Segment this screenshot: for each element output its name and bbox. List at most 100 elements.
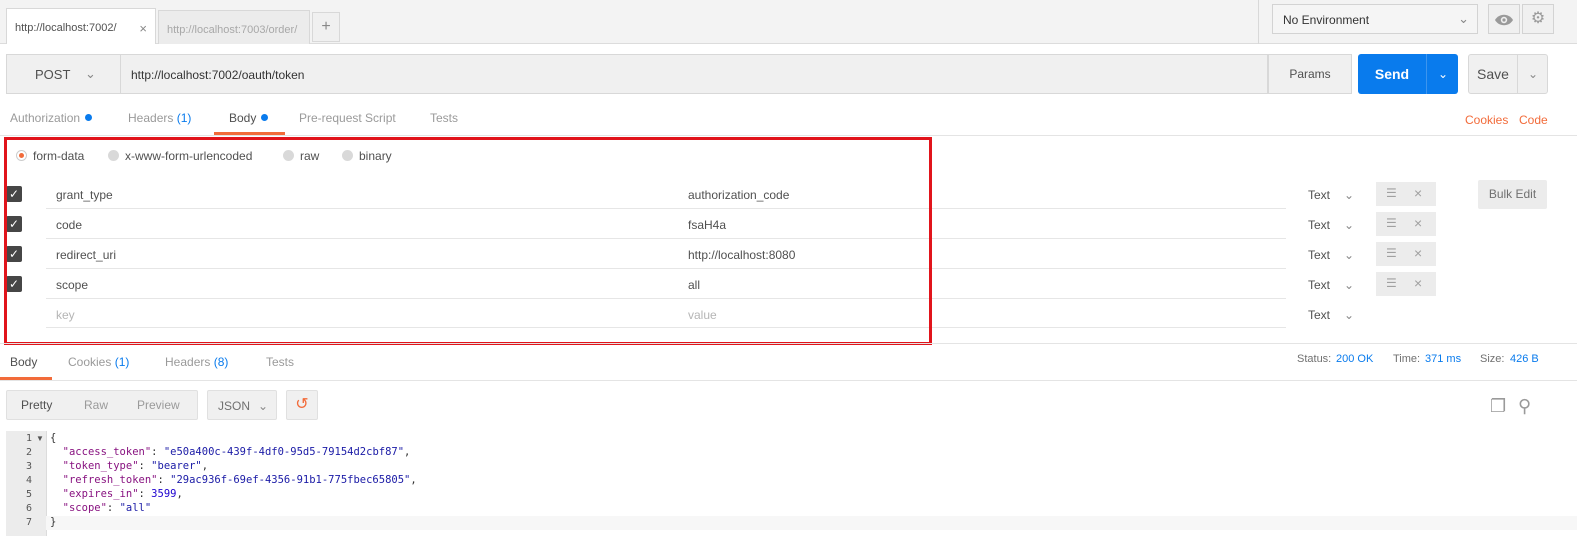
row-actions: ☰ × <box>1376 242 1436 266</box>
close-icon[interactable]: × <box>139 21 147 36</box>
code-line: "token_type": "bearer", <box>62 460 209 472</box>
tab-response-headers[interactable]: Headers (8) <box>165 355 228 369</box>
new-tab-button[interactable]: + <box>312 12 340 42</box>
chevron-down-icon: ⌄ <box>1344 218 1355 232</box>
code-line: "refresh_token": "29ac936f-69ef-4356-91b… <box>62 474 417 486</box>
type-select[interactable]: Text ⌄ <box>1308 248 1354 262</box>
json-brace: } <box>50 516 57 528</box>
code-line: "scope": "all" <box>62 502 152 514</box>
divider <box>0 343 1577 344</box>
close-icon[interactable]: × <box>1414 185 1422 201</box>
tab-response-body[interactable]: Body <box>10 355 37 369</box>
dot-indicator <box>85 114 93 121</box>
tab-count: (8) <box>213 355 229 369</box>
tab-headers[interactable]: Headers (1) <box>128 111 191 125</box>
search-icon[interactable]: ⚲ <box>1518 396 1531 417</box>
wrap-lines-button[interactable]: ↺ <box>286 390 318 420</box>
tab-label: http://localhost:7002/ <box>15 22 117 34</box>
close-icon[interactable]: × <box>1414 275 1422 291</box>
line-number: 3 <box>25 461 32 472</box>
line-number: 5 <box>25 489 32 500</box>
tab-count: (1) <box>176 111 192 125</box>
type-label: Text <box>1308 218 1331 232</box>
environment-label: No Environment <box>1283 13 1370 27</box>
current-line-highlight <box>46 516 1577 530</box>
chevron-down-icon[interactable]: ⌄ <box>1428 54 1458 94</box>
tab-request-1[interactable]: http://localhost:7002/ × <box>6 8 156 44</box>
code-line: "access_token": "e50a400c-439f-4df0-95d5… <box>62 446 411 458</box>
close-icon[interactable]: × <box>1414 215 1422 231</box>
status-label: Status: <box>1297 353 1332 365</box>
type-select[interactable]: Text ⌄ <box>1308 188 1354 202</box>
chevron-down-icon: ⌄ <box>1344 278 1355 292</box>
dot-indicator <box>261 114 269 121</box>
json-punct: , <box>176 488 183 500</box>
json-value: "all" <box>119 502 152 514</box>
json-punct: , <box>410 474 417 486</box>
json-punct: , <box>201 460 209 472</box>
method-label: POST <box>35 67 71 82</box>
menu-icon[interactable]: ☰ <box>1386 276 1397 290</box>
chevron-down-icon: ⌄ <box>85 66 96 81</box>
tab-response-cookies[interactable]: Cookies (1) <box>68 355 129 369</box>
params-button[interactable]: Params <box>1268 54 1352 94</box>
url-input[interactable]: http://localhost:7002/oauth/token <box>120 54 1268 94</box>
line-number: 4 <box>25 475 32 486</box>
save-button[interactable]: Save ⌄ <box>1468 54 1548 94</box>
type-select[interactable]: Text ⌄ <box>1308 308 1354 322</box>
tab-label: Cookies <box>68 355 112 369</box>
close-icon[interactable]: × <box>1414 245 1422 261</box>
tab-label: Headers <box>128 111 174 125</box>
tab-request-2[interactable]: http://localhost:7003/order/ <box>158 10 310 44</box>
tab-label: http://localhost:7003/order/ <box>167 24 298 36</box>
bulk-edit-button[interactable]: Bulk Edit <box>1478 180 1547 209</box>
view-preview-button[interactable]: Preview <box>137 398 180 412</box>
type-label: Text <box>1308 278 1331 292</box>
line-number: 7 <box>25 517 32 528</box>
send-button[interactable]: Send ⌄ <box>1358 54 1458 94</box>
menu-icon[interactable]: ☰ <box>1386 186 1397 200</box>
environment-select[interactable]: No Environment ⌄ <box>1272 4 1478 34</box>
json-value: "29ac936f-69ef-4356-91b1-775fbec65805" <box>170 474 411 486</box>
json-key: "expires_in" <box>62 488 139 500</box>
json-key: "token_type" <box>62 460 139 472</box>
tab-label: Body <box>229 111 257 125</box>
tab-body[interactable]: Body <box>229 111 269 125</box>
tab-pre-request-script[interactable]: Pre-request Script <box>299 111 396 125</box>
type-select[interactable]: Text ⌄ <box>1308 278 1354 292</box>
manage-environments-button[interactable]: ⚙ <box>1522 4 1554 34</box>
highlight-box <box>4 137 932 345</box>
divider <box>1426 54 1427 94</box>
menu-icon[interactable]: ☰ <box>1386 246 1397 260</box>
code-line: } <box>50 516 56 528</box>
format-select[interactable]: JSON ⌄ <box>207 390 277 420</box>
cookies-link[interactable]: Cookies <box>1465 113 1508 127</box>
chevron-down-icon[interactable]: ⌄ <box>1519 55 1547 93</box>
quick-look-button[interactable] <box>1488 4 1520 34</box>
code-line: "expires_in": 3599, <box>62 488 183 500</box>
tab-tests[interactable]: Tests <box>430 111 458 125</box>
type-select[interactable]: Text ⌄ <box>1308 218 1354 232</box>
tab-authorization[interactable]: Authorization <box>10 111 93 125</box>
view-pretty-button[interactable]: Pretty <box>21 398 52 412</box>
json-key: "access_token" <box>62 446 152 458</box>
chevron-down-icon: ⌄ <box>1344 308 1355 322</box>
json-key: "scope" <box>62 502 107 514</box>
code-link[interactable]: Code <box>1519 113 1548 127</box>
status-value: 200 OK <box>1336 353 1374 365</box>
copy-icon[interactable]: ❐ <box>1490 396 1506 417</box>
type-label: Text <box>1308 188 1331 202</box>
fold-icon[interactable]: ▼ <box>36 434 44 443</box>
tab-response-tests[interactable]: Tests <box>266 355 294 369</box>
menu-icon[interactable]: ☰ <box>1386 216 1397 230</box>
view-raw-button[interactable]: Raw <box>84 398 108 412</box>
tab-label: Headers <box>165 355 211 369</box>
line-number: 2 <box>25 447 32 458</box>
chevron-down-icon: ⌄ <box>1344 188 1355 202</box>
chevron-down-icon: ⌄ <box>258 399 269 413</box>
size-value: 426 B <box>1510 353 1539 365</box>
divider <box>0 380 1577 381</box>
method-select[interactable]: POST ⌄ <box>6 54 120 94</box>
gear-icon: ⚙ <box>1530 10 1546 27</box>
json-value: 3599 <box>151 488 177 500</box>
